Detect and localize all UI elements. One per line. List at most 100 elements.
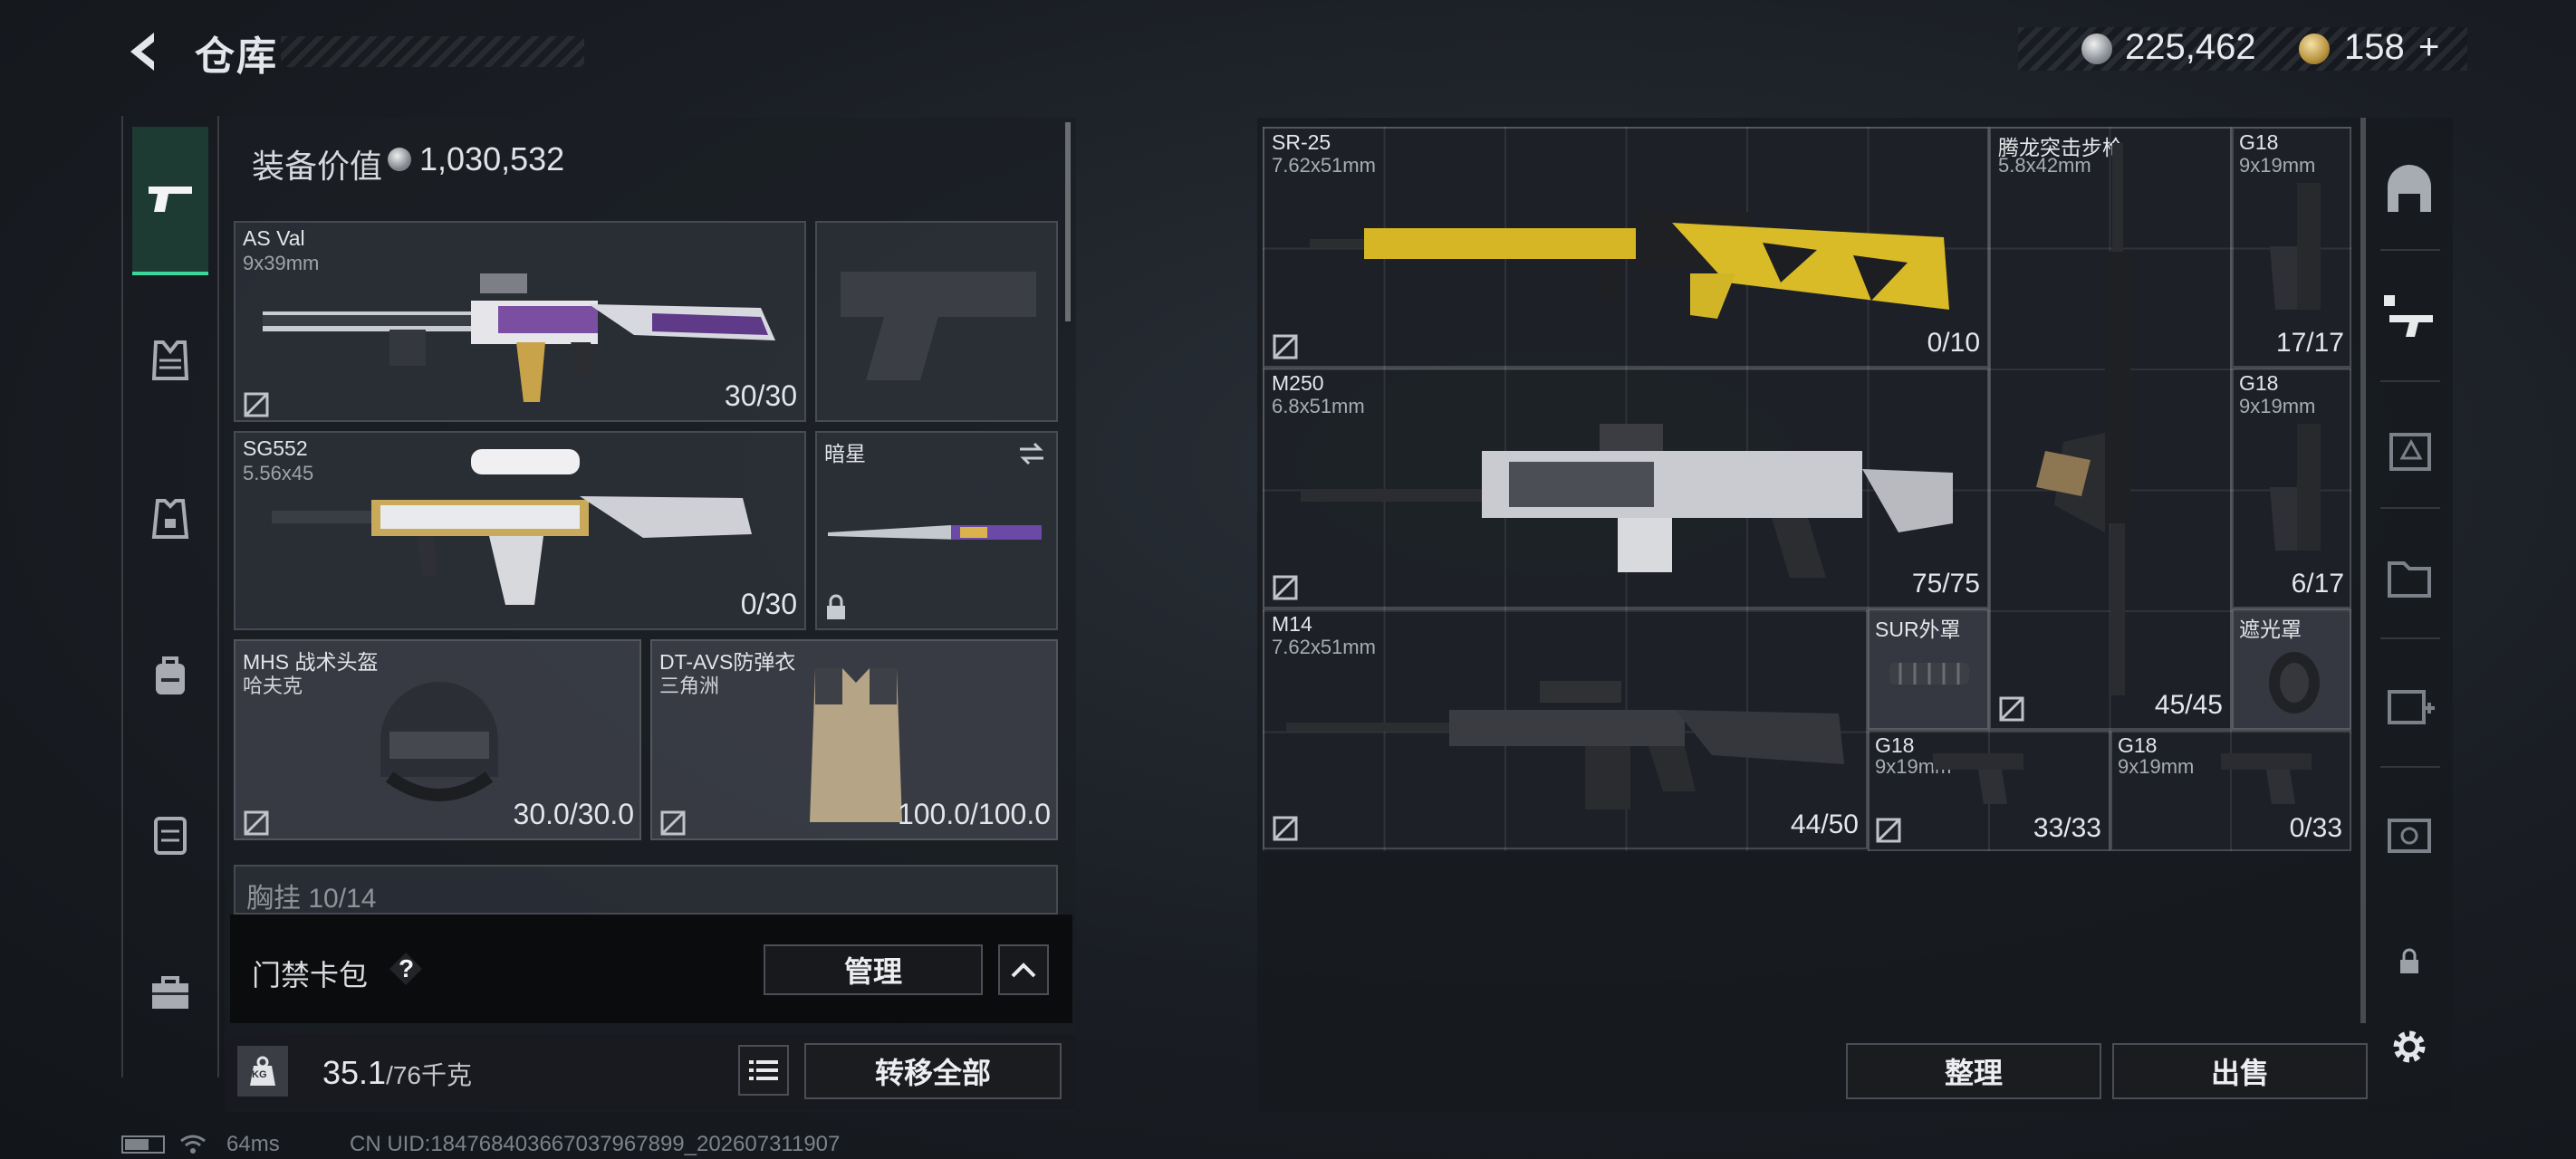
item-name: G18	[1875, 733, 1915, 757]
g18-pistol-icon	[1933, 753, 2023, 804]
suppressor-cover-icon	[1889, 663, 1969, 685]
weight-current: 35.1	[322, 1054, 387, 1091]
help-icon[interactable]: ?	[388, 951, 424, 987]
backpack-icon	[156, 656, 185, 694]
helmet-icon	[380, 682, 498, 801]
helmet-slot[interactable]: MHS 战术头盔 哈夫克 30.0/30.0	[234, 639, 641, 840]
settings-button[interactable]	[2380, 1018, 2438, 1076]
wifi-icon	[180, 1135, 206, 1154]
ammo-count: 17/17	[2275, 328, 2344, 358]
item-name: SR-25	[1272, 130, 1331, 154]
item-caliber: 9x19mm	[2118, 755, 2195, 778]
no-insurance-icon	[1273, 816, 1298, 841]
storage-item[interactable]: SR-25 7.62x51mm 0/10	[1263, 127, 1989, 368]
storage-item[interactable]: 遮光罩	[2232, 608, 2351, 730]
g18-pistol-icon	[2270, 424, 2321, 551]
nav-armor[interactable]	[132, 480, 208, 556]
equipment-value-label: 装备价值	[252, 148, 383, 185]
ammo-count: 30/30	[724, 379, 797, 412]
chest-rig-label: 胸挂 10/14	[246, 884, 377, 914]
gear-icon	[2393, 1030, 2426, 1063]
folder-icon	[2388, 561, 2431, 598]
chest-rig-slot[interactable]: 胸挂 10/14	[234, 865, 1058, 915]
transfer-all-button[interactable]: 转移全部	[804, 1043, 1062, 1099]
storage-item[interactable]: G18 9x19mm 6/17	[2232, 368, 2351, 608]
ammo-count: 75/75	[1911, 569, 1980, 599]
storage-scrollbar[interactable]	[2360, 118, 2366, 1023]
primary-weapon-slot[interactable]: AS Val 9x39mm 30/30	[234, 221, 806, 422]
tab-storage-5[interactable]	[2380, 804, 2438, 862]
storage-item[interactable]: G18 9x19mm 17/17	[2232, 127, 2351, 368]
as-val-rifle-icon	[263, 273, 775, 402]
tab-storage-4[interactable]	[2380, 675, 2438, 733]
keycard-pack-label: 门禁卡包	[252, 959, 369, 991]
weight-icon: KG	[237, 1046, 288, 1097]
weight-readout: 35.1/76千克	[322, 1054, 472, 1092]
pistol-icon	[149, 187, 192, 212]
storage-item[interactable]: M14 7.62x51mm 44/50	[1263, 608, 1868, 849]
kg-text: KG	[252, 1069, 267, 1080]
sell-button[interactable]: 出售	[2112, 1043, 2368, 1099]
sg552-rifle-icon	[272, 449, 752, 605]
tab-storage-3[interactable]	[2380, 547, 2438, 605]
medkit-icon	[2388, 690, 2435, 724]
ammo-count: 44/50	[1790, 809, 1859, 839]
gold-coin-icon	[2299, 34, 2330, 64]
no-insurance-icon	[1273, 575, 1298, 600]
gold-amount: 158	[2344, 27, 2405, 67]
gold-add-button[interactable]: +	[2418, 27, 2439, 68]
warehouse-icon	[2388, 165, 2431, 212]
page-title: 仓库	[195, 34, 278, 79]
battery-icon	[121, 1135, 165, 1154]
lock-toggle[interactable]	[2380, 933, 2438, 991]
collapse-button[interactable]	[998, 944, 1049, 995]
item-name: M250	[1272, 371, 1324, 395]
swap-icon[interactable]	[1016, 440, 1047, 467]
sort-button[interactable]: 整理	[1846, 1043, 2101, 1099]
item-name: G18	[2118, 733, 2158, 757]
no-insurance-icon	[244, 392, 269, 417]
ammo-count: 45/45	[2154, 690, 2223, 720]
ammo-count: 0/10	[1927, 328, 1980, 358]
g18-pistol-icon	[2270, 183, 2321, 310]
list-view-button[interactable]	[738, 1045, 789, 1096]
lock-icon	[2400, 948, 2418, 973]
storage-item[interactable]: M250 6.8x51mm 75/75	[1263, 368, 1989, 608]
knife-icon	[828, 525, 1042, 540]
weight-max: /76千克	[386, 1061, 473, 1089]
tab-all-storage[interactable]	[2380, 161, 2438, 219]
equipment-value: 1,030,532	[419, 140, 565, 177]
chest-rig-icon	[151, 340, 189, 380]
manage-button[interactable]: 管理	[764, 944, 983, 995]
nav-toolbox[interactable]	[132, 954, 208, 1030]
m250-lmg-icon	[1301, 424, 1953, 578]
armor-vest-icon	[151, 499, 189, 539]
silver-coin-icon	[2081, 34, 2112, 64]
nav-safe-box[interactable]	[132, 797, 208, 873]
tab-storage-2[interactable]	[2380, 418, 2438, 476]
secondary-weapon-slot[interactable]: SG552 5.56x45 0/30	[234, 431, 806, 630]
no-insurance-icon	[1876, 818, 1901, 843]
no-insurance-icon	[244, 810, 269, 836]
storage-item[interactable]: SUR外罩	[1868, 608, 1989, 730]
nav-weapons[interactable]	[132, 127, 208, 275]
item-name: 遮光罩	[2239, 618, 2302, 641]
loadout-scrollbar[interactable]	[1065, 122, 1071, 321]
storage-item[interactable]: G18 9x19mm 33/33	[1868, 730, 2110, 851]
no-insurance-icon	[660, 810, 686, 836]
chevron-up-icon	[1011, 963, 1036, 978]
nav-backpack[interactable]	[132, 638, 208, 714]
storage-item[interactable]: 腾龙突击步枪 5.8x42mm 45/45	[1989, 127, 2232, 730]
lock-icon	[827, 594, 845, 619]
storage-item[interactable]: G18 9x19mm 0/33	[2110, 730, 2351, 851]
no-insurance-icon	[1273, 334, 1298, 359]
melee-slot[interactable]: 暗星	[815, 431, 1058, 630]
briefcase-icon	[152, 976, 188, 1009]
armor-slot[interactable]: DT-AVS防弹衣 三角洲 100.0/100.0	[650, 639, 1058, 840]
item-caliber: 9x19mm	[2239, 154, 2316, 177]
pistol-slot-empty[interactable]	[815, 221, 1058, 422]
nav-chest-rig[interactable]	[132, 322, 208, 398]
back-button[interactable]	[118, 25, 170, 78]
armor-brand: 三角洲	[659, 675, 720, 697]
tab-storage-1[interactable]	[2380, 288, 2438, 346]
